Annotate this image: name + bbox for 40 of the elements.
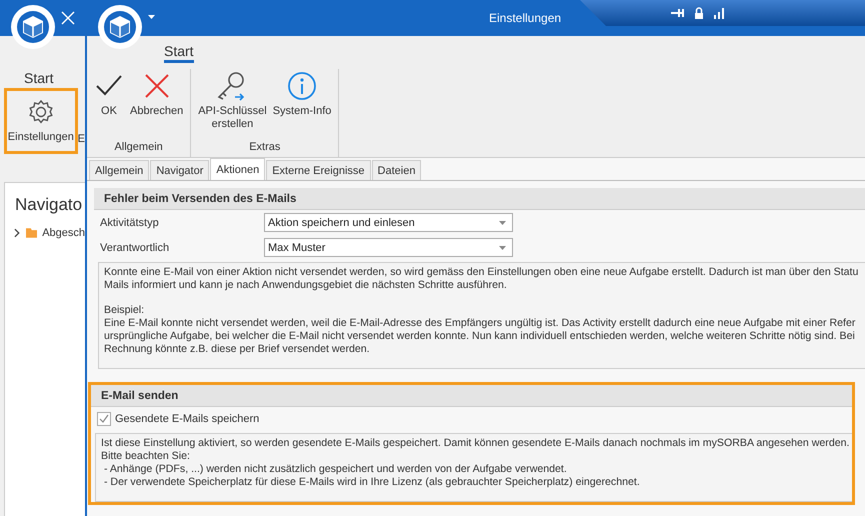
ribbon-tab[interactable]: Start xyxy=(24,70,85,86)
caret-icon xyxy=(499,220,506,224)
folder-icon xyxy=(26,228,38,238)
tab[interactable]: Aktionen xyxy=(210,158,266,180)
settings-icon xyxy=(28,99,54,125)
dropdown-field[interactable]: Max Muster xyxy=(264,238,513,257)
section-header: Fehler beim Versenden des E-Mails xyxy=(94,188,865,210)
ribbon-button[interactable]: OK xyxy=(91,69,127,141)
tree-item[interactable]: Abgesch xyxy=(42,227,85,239)
tab[interactable]: Externe Ereignisse xyxy=(266,160,371,180)
close-icon[interactable] xyxy=(61,11,75,25)
group-label: Extras xyxy=(249,141,280,155)
description-text: Konnte eine E-Mail von einer Aktion nicht versendet werden, so wird gemäss den Einstellungen oben eine neue Aufgabe erstellt. Dadurch ist man über den Statu Mails informiert und kann je nach Anwendungsgebiet die nächsten Schritte ausführen. xyxy=(104,266,860,292)
ribbon-button[interactable]: API-Schlüssel erstellen xyxy=(195,69,270,141)
panel-title: Navigato xyxy=(15,195,84,215)
signal-icon xyxy=(714,7,726,19)
window-title: Einstellungen xyxy=(489,11,562,25)
checkbox[interactable] xyxy=(97,412,111,426)
description-text: Ist diese Einstellung aktiviert, so werden gesendete E-Mails gespeichert. Damit können gesendete E-Mails danach nochmals im mySORBA angesehen werden. Bitte beachten Sie: - Anhänge (PDFs, ...) werden nicht zusätzlich gespeichert und werden von der Aufgabe verwendet. - Der verwendete Speicherplatz für diese E-Mails wird in Ihre Lizenz (als gebrauchter Speicherplatz) eingerechnet. xyxy=(101,437,847,489)
field-label: Verantwortlich xyxy=(100,242,170,254)
settings-button[interactable]: Einstellungen xyxy=(4,88,78,154)
dropdown-field[interactable]: Aktion speichern und einlesen xyxy=(264,213,513,232)
ribbon-button[interactable]: Abbrechen xyxy=(127,69,186,141)
description-text: Beispiel: Eine E-Mail konnte nicht versendet werden, weil die E-Mail-Adresse des Empfängers ungültig ist. Das Activity erstellt dadurch eine neue Aufgabe mit einer Refer ursprüngliche Aufgabe, bei welcher die E-Mail nicht versendet werden konnte. Nun kann individuell entschieden werden, welche weiteren Schritte nötig sind. Bei Rechnung könnte z.B. diese per Brief versendet werden. xyxy=(104,304,856,356)
chevron-right-icon[interactable] xyxy=(13,228,21,238)
tab[interactable]: Allgemein xyxy=(89,160,150,180)
group-label: Allgemein xyxy=(114,141,163,155)
field-label: Aktivitätstyp xyxy=(100,216,160,228)
caret-icon[interactable] xyxy=(148,15,155,19)
checkbox-label: Gesendete E-Mails speichern xyxy=(115,413,260,425)
ribbon-button-label: E xyxy=(78,133,85,145)
lock-icon[interactable] xyxy=(694,7,704,19)
info-icon xyxy=(287,71,318,101)
tab[interactable]: Dateien xyxy=(372,160,422,180)
pin-icon[interactable] xyxy=(670,7,684,19)
caret-icon xyxy=(499,246,506,250)
ribbon-button[interactable]: System-Info xyxy=(270,69,334,141)
tab[interactable]: Navigator xyxy=(150,160,210,180)
ribbon-tab[interactable]: Start xyxy=(164,43,194,63)
section-header: E-Mail senden xyxy=(91,385,852,407)
